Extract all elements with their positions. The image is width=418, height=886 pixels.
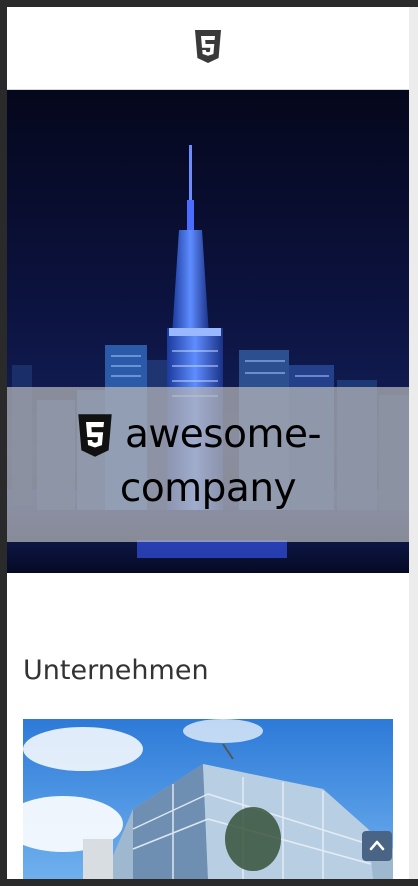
chevron-up-icon [369, 840, 385, 851]
brand-name-line2: company [119, 466, 297, 511]
hero-banner: awesome- company [7, 90, 409, 573]
section-title: Unternehmen [23, 655, 209, 686]
viewport: awesome- company Unternehmen [7, 7, 409, 879]
brand-name-line1: awesome- [125, 412, 322, 457]
office-building-image [23, 719, 393, 879]
site-header [7, 7, 409, 89]
scroll-to-top-button[interactable] [362, 831, 392, 861]
scrollbar-track[interactable] [409, 7, 418, 879]
brand-row: awesome- [7, 409, 409, 461]
html5-shield-icon [78, 414, 112, 457]
hero-caption-band: awesome- company [7, 387, 409, 542]
html5-logo-icon[interactable] [194, 30, 222, 63]
